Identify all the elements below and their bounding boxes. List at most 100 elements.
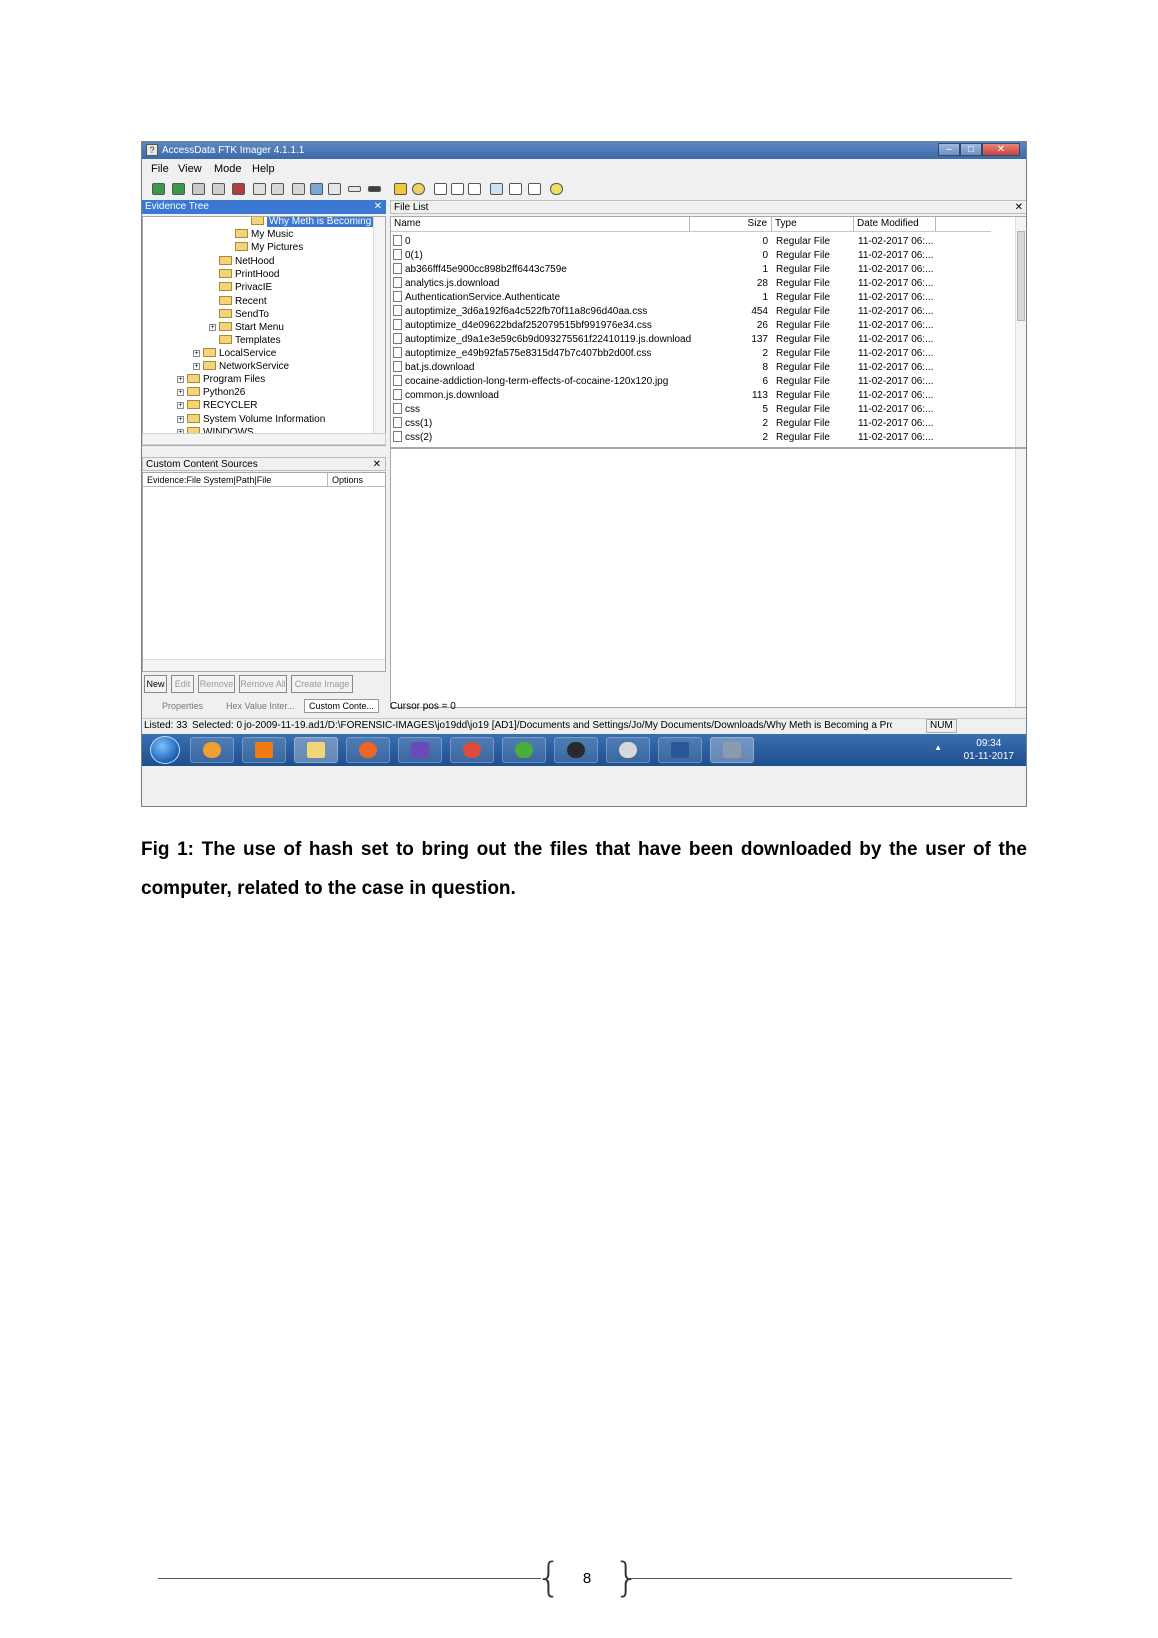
add-evidence-icon[interactable] <box>152 183 165 195</box>
tree-vertical-scrollbar[interactable] <box>373 217 385 445</box>
table-row[interactable]: common.js.download 113 Regular File 11-02-2… <box>391 389 971 403</box>
table-row[interactable]: bat.js.download 8 Regular File 11-02-2017 0… <box>391 361 971 375</box>
expand-icon[interactable]: + <box>177 376 184 383</box>
tab-properties[interactable]: Properties <box>162 701 203 711</box>
export-files-icon[interactable] <box>394 183 407 195</box>
memory-icon[interactable] <box>368 186 381 192</box>
new-button[interactable]: New <box>144 675 167 693</box>
capture-memory-icon[interactable] <box>292 183 305 195</box>
tree-item[interactable]: LocalService <box>203 347 276 360</box>
tree-item[interactable]: RECYCLER <box>187 399 257 412</box>
table-row[interactable]: autoptimize_3d6a192f6a4c522fb70f11a8c96d… <box>391 305 971 319</box>
create-image-button[interactable]: Create Image <box>291 675 353 693</box>
tree-item[interactable]: My Pictures <box>235 241 303 254</box>
ftk-imager-task-icon[interactable] <box>710 737 754 763</box>
close-button[interactable]: ✕ <box>982 143 1020 156</box>
table-row[interactable]: autoptimize_d4e09622bdaf252079515bf99197… <box>391 319 971 333</box>
table-row[interactable]: ab366fff45e900cc898b2ff6443c759e 1 Regular… <box>391 263 971 277</box>
file-list-scrollbar[interactable] <box>1015 217 1026 447</box>
remove-evidence-icon[interactable] <box>212 183 225 195</box>
column-type[interactable]: Type <box>772 217 854 231</box>
menu-help[interactable]: Help <box>252 163 275 175</box>
column-path[interactable]: Evidence:File System|Path|File <box>143 473 328 487</box>
preview-scrollbar[interactable] <box>1015 449 1026 707</box>
help-icon[interactable] <box>550 183 563 195</box>
minimize-button[interactable]: – <box>938 143 960 156</box>
tree-item[interactable]: Start Menu <box>219 321 284 334</box>
text-view-icon[interactable] <box>451 183 464 195</box>
tree-horizontal-scrollbar[interactable] <box>142 433 386 445</box>
image-mounting-icon[interactable] <box>192 183 205 195</box>
table-row[interactable]: 0 0 Regular File 11-02-2017 06:... <box>391 235 971 249</box>
tree-item[interactable]: PrintHood <box>219 268 279 281</box>
table-row[interactable]: autoptimize_e49b92fa575e8315d47b7c407bb2… <box>391 347 971 361</box>
table-row[interactable]: AuthenticationService.Authenticate 1 Regul… <box>391 291 971 305</box>
chrome-icon[interactable] <box>450 737 494 763</box>
menu-file[interactable]: File <box>151 163 169 175</box>
table-row[interactable]: cocaine-addiction-long-term-effects-of-c… <box>391 375 971 389</box>
table-row[interactable]: css(2) 2 Regular File 11-02-2017 06:... <box>391 431 971 445</box>
spy-app-icon[interactable] <box>554 737 598 763</box>
create-image-icon[interactable] <box>253 183 266 195</box>
tree-item[interactable]: NetworkService <box>203 360 289 373</box>
tree-item[interactable]: Recent <box>219 295 267 308</box>
hex-mode-icon[interactable] <box>528 183 541 195</box>
auto-view-icon[interactable] <box>490 183 503 195</box>
taskbar-clock[interactable]: 09:34 01-11-2017 <box>964 737 1014 763</box>
close-icon[interactable]: ✕ <box>1015 201 1023 215</box>
custom-content-scrollbar[interactable] <box>143 659 385 671</box>
start-button-icon[interactable] <box>150 736 180 764</box>
tree-item[interactable]: Templates <box>219 334 281 347</box>
remove-all-button[interactable]: Remove All <box>239 675 287 693</box>
remove-button[interactable]: Remove <box>198 675 235 693</box>
obtain-protected-files-icon[interactable] <box>310 183 323 195</box>
column-size[interactable]: Size <box>690 217 772 231</box>
tree-item[interactable]: Why Meth is Becoming a P <box>251 217 385 228</box>
expand-icon[interactable]: + <box>177 416 184 423</box>
expand-icon[interactable]: + <box>177 402 184 409</box>
column-name[interactable]: Name <box>391 217 690 231</box>
maximize-button[interactable]: □ <box>960 143 982 156</box>
network-app-icon[interactable] <box>606 737 650 763</box>
firefox-icon[interactable] <box>346 737 390 763</box>
tab-custom-content[interactable]: Custom Conte... <box>304 699 380 713</box>
column-date-modified[interactable]: Date Modified <box>854 217 936 231</box>
edit-button[interactable]: Edit <box>171 675 194 693</box>
tree-item[interactable]: My Music <box>235 228 293 241</box>
table-row[interactable]: css(1) 2 Regular File 11-02-2017 06:... <box>391 417 971 431</box>
menu-view[interactable]: View <box>178 163 202 175</box>
add-all-evidence-icon[interactable] <box>172 183 185 195</box>
export-image-icon[interactable] <box>271 183 284 195</box>
media-player-icon[interactable] <box>190 737 234 763</box>
close-icon[interactable]: ✕ <box>373 458 381 472</box>
text-mode-icon[interactable] <box>509 183 522 195</box>
vlc-icon[interactable] <box>242 737 286 763</box>
visual-studio-icon[interactable] <box>398 737 442 763</box>
tray-expand-icon[interactable]: ▲ <box>934 743 942 752</box>
table-row[interactable]: css 5 Regular File 11-02-2017 06:... <box>391 403 971 417</box>
tab-hex-value[interactable]: Hex Value Inter... <box>226 701 294 711</box>
new-file-icon[interactable] <box>434 183 447 195</box>
expand-icon[interactable]: + <box>177 389 184 396</box>
tree-item[interactable]: NetHood <box>219 255 274 268</box>
menu-mode[interactable]: Mode <box>214 163 242 175</box>
tree-item[interactable]: SendTo <box>219 308 269 321</box>
close-icon[interactable]: ✕ <box>374 200 382 214</box>
file-explorer-icon[interactable] <box>294 737 338 763</box>
hex-view-icon[interactable] <box>468 183 481 195</box>
remove-all-evidence-icon[interactable] <box>232 183 245 195</box>
expand-icon[interactable]: + <box>209 324 216 331</box>
word-icon[interactable] <box>658 737 702 763</box>
tree-item[interactable]: System Volume Information <box>187 413 325 426</box>
table-row[interactable]: analytics.js.download 28 Regular File 11-02… <box>391 277 971 291</box>
tree-item[interactable]: Program Files <box>187 373 265 386</box>
detect-encryption-icon[interactable] <box>328 183 341 195</box>
table-row[interactable]: 0(1) 0 Regular File 11-02-2017 06:... <box>391 249 971 263</box>
table-row[interactable]: autoptimize_d9a1e3e59c6b9d093275561f2241… <box>391 333 971 347</box>
utorrent-icon[interactable] <box>502 737 546 763</box>
expand-icon[interactable]: + <box>193 350 200 357</box>
expand-icon[interactable]: + <box>193 363 200 370</box>
key-icon[interactable] <box>412 183 425 195</box>
tree-item[interactable]: PrivacIE <box>219 281 272 294</box>
column-options[interactable]: Options <box>328 473 385 487</box>
